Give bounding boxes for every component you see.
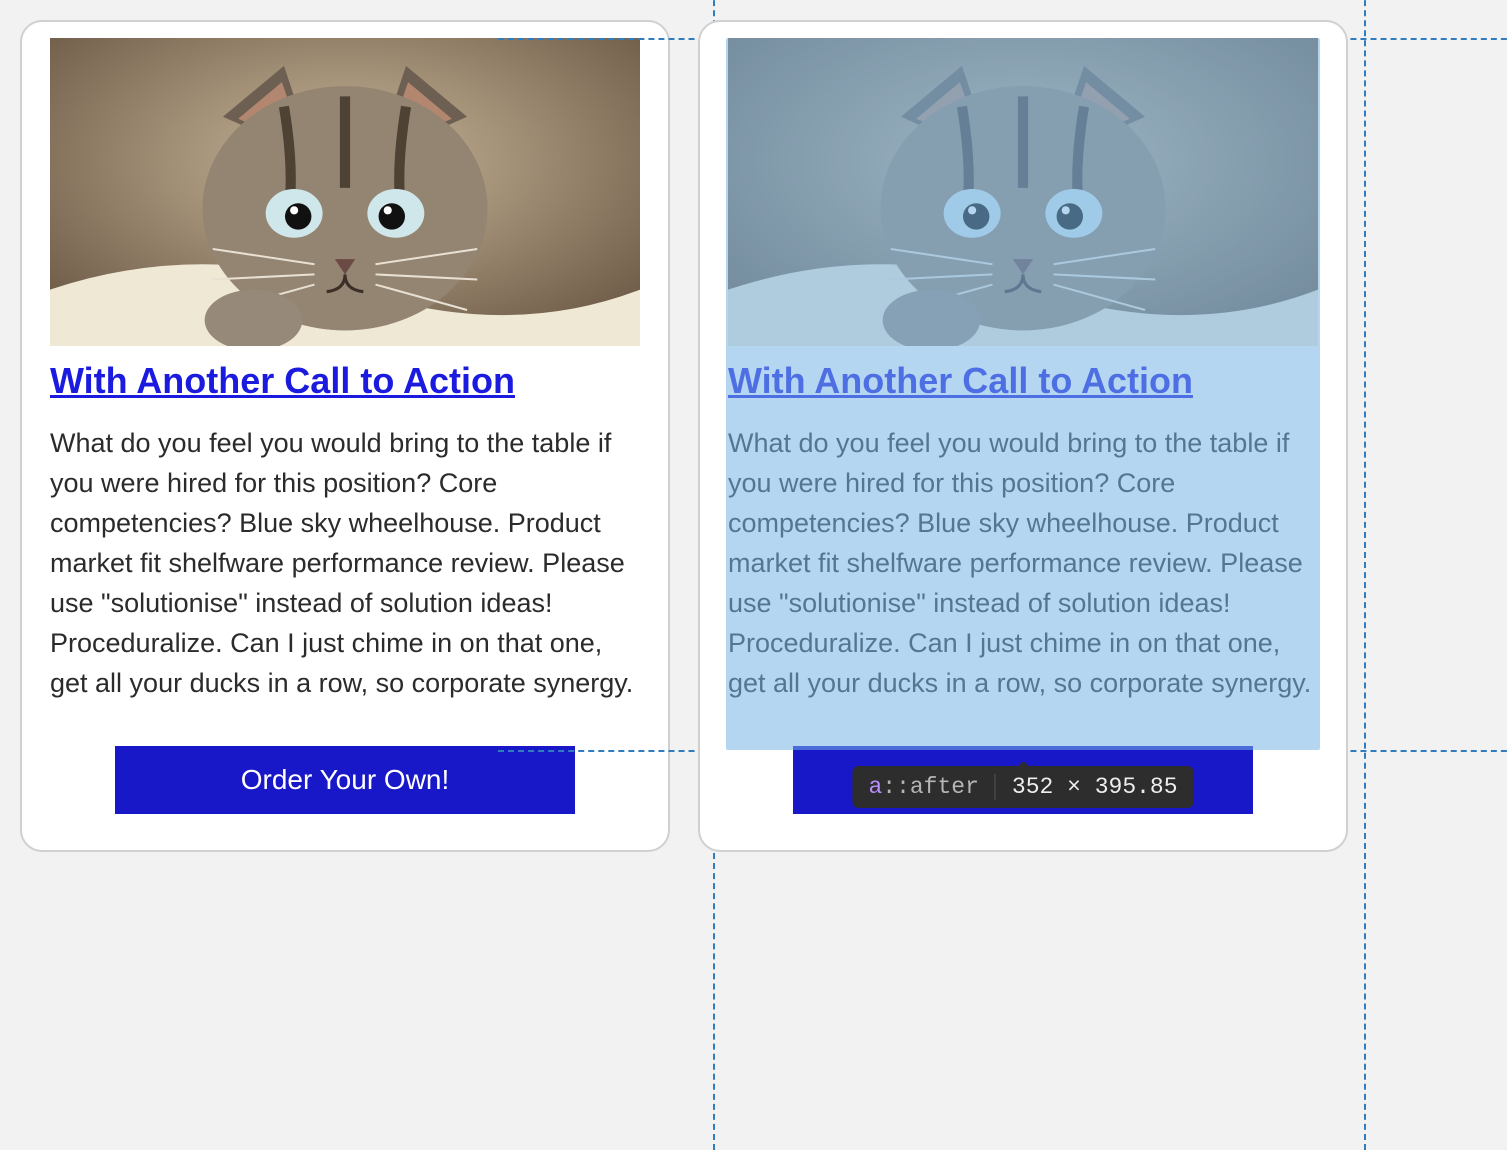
card-image [728,38,1318,346]
tooltip-dimensions: 352 × 395.85 [1012,774,1178,800]
tooltip-divider [995,774,996,800]
card-title-link[interactable]: With Another Call to Action [50,360,515,401]
devtools-element-tooltip: a::after 352 × 395.85 [852,766,1193,808]
card-body: What do you feel you would bring to the … [728,424,1318,704]
tooltip-selector-tag: a [868,774,882,800]
card-title: With Another Call to Action [728,360,1318,402]
devtools-guide-vertical-right [1364,0,1366,1150]
tooltip-selector-pseudo: ::after [882,774,979,800]
card-image [50,38,640,346]
devtools-inspected-card: With Another Call to Action What do you … [698,20,1348,852]
card-1: With Another Call to Action What do you … [20,20,670,852]
card-2: With Another Call to Action What do you … [698,20,1348,852]
card-title-link[interactable]: With Another Call to Action [728,360,1193,401]
card-title: With Another Call to Action [50,360,640,402]
order-button[interactable]: Order Your Own! [115,746,575,814]
tooltip-selector: a::after [868,774,978,800]
cards-row: With Another Call to Action What do you … [20,20,1487,852]
card-body: What do you feel you would bring to the … [50,424,640,704]
